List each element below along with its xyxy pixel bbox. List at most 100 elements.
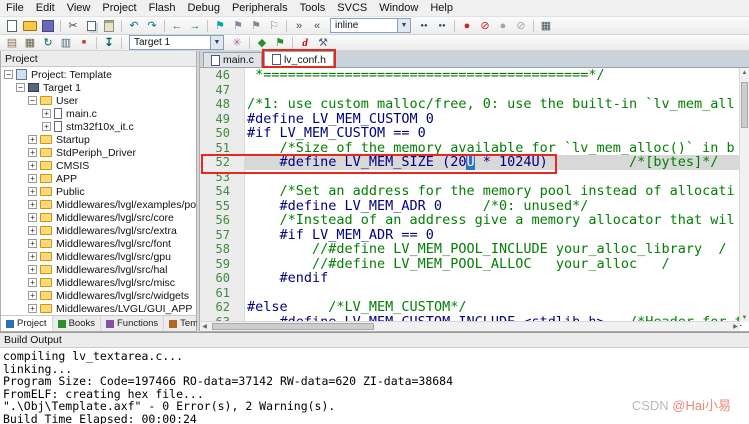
tree-item[interactable]: Middlewares/lvgl/src/hal — [1, 263, 196, 276]
disable-all-breakpoints-icon[interactable] — [512, 19, 530, 33]
debug-windows-icon[interactable] — [537, 19, 555, 33]
horizontal-scroll-thumb[interactable] — [212, 323, 374, 330]
navigate-back-icon[interactable] — [168, 19, 186, 33]
copy-icon[interactable] — [82, 19, 100, 33]
breakpoint-margin[interactable] — [234, 300, 245, 315]
menu-help[interactable]: Help — [424, 1, 459, 15]
code-line[interactable]: 57 #if LV_MEM_ADR == 0 — [200, 228, 749, 243]
tab-books[interactable]: Books — [53, 316, 101, 331]
breakpoint-margin[interactable] — [234, 242, 245, 257]
expander-icon[interactable] — [28, 239, 37, 248]
options-for-target-icon[interactable] — [228, 36, 246, 50]
scroll-left-icon[interactable]: ◀ — [200, 322, 209, 331]
scroll-right-icon[interactable]: ▶ — [731, 322, 740, 331]
breakpoint-margin[interactable] — [234, 170, 245, 185]
redo-icon[interactable] — [143, 19, 161, 33]
code-line[interactable]: 62#else /*LV_MEM_CUSTOM*/ — [200, 300, 749, 315]
open-icon[interactable] — [21, 19, 39, 33]
code-line[interactable]: 59 //#define LV_MEM_POOL_ALLOC your_allo… — [200, 257, 749, 272]
expander-icon[interactable] — [28, 161, 37, 170]
code-line[interactable]: 58 //#define LV_MEM_POOL_INCLUDE your_al… — [200, 242, 749, 257]
expander-icon[interactable] — [28, 252, 37, 261]
stop-build-icon[interactable] — [75, 36, 93, 50]
target-select-value[interactable]: Target 1 — [130, 37, 210, 48]
tree-item[interactable]: Middlewares/lvgl/src/misc — [1, 276, 196, 289]
breakpoint-margin[interactable] — [234, 126, 245, 141]
menu-flash[interactable]: Flash — [143, 1, 182, 15]
target-select-combobox[interactable]: Target 1 ▼ — [129, 35, 224, 50]
code-line[interactable]: 48/*1: use custom malloc/free, 0: use th… — [200, 97, 749, 112]
code-line[interactable]: 61 — [200, 286, 749, 301]
code-line[interactable]: 46 *====================================… — [200, 68, 749, 83]
tree-item[interactable]: Startup — [1, 133, 196, 146]
tree-item[interactable]: Target 1 — [1, 81, 196, 94]
menu-view[interactable]: View — [61, 1, 97, 15]
enable-disable-breakpoint-icon[interactable] — [494, 19, 512, 33]
new-file-icon[interactable] — [3, 19, 21, 33]
expander-icon[interactable] — [42, 109, 51, 118]
manage-project-items-icon[interactable] — [271, 36, 289, 50]
code-line[interactable]: 54 /*Set an address for the memory pool … — [200, 184, 749, 199]
bookmark-next-icon[interactable] — [247, 19, 265, 33]
tree-item[interactable]: User — [1, 94, 196, 107]
menu-peripherals[interactable]: Peripherals — [226, 1, 294, 15]
manage-rte-icon[interactable] — [253, 36, 271, 50]
scroll-down-icon[interactable]: ▼ — [740, 313, 749, 322]
vertical-scroll-thumb[interactable] — [741, 82, 748, 128]
chevron-down-icon[interactable]: ▼ — [397, 19, 410, 32]
breakpoint-margin[interactable] — [234, 286, 245, 301]
translate-icon[interactable] — [3, 36, 21, 50]
horizontal-scrollbar[interactable]: ◀ ▶ — [200, 321, 740, 331]
menu-window[interactable]: Window — [373, 1, 424, 15]
breakpoint-margin[interactable] — [234, 97, 245, 112]
expander-icon[interactable] — [28, 174, 37, 183]
code-line[interactable]: 56 /*Instead of an address give a memory… — [200, 213, 749, 228]
project-tree[interactable]: Project: Template Target 1 User main.c s… — [1, 67, 196, 315]
expander-icon[interactable] — [28, 200, 37, 209]
expander-icon[interactable] — [28, 187, 37, 196]
expander-icon[interactable] — [28, 278, 37, 287]
find-icon[interactable] — [433, 19, 451, 33]
expander-icon[interactable] — [28, 304, 37, 313]
navigate-forward-icon[interactable] — [186, 19, 204, 33]
find-text-value[interactable]: inline — [331, 20, 397, 31]
breakpoint-margin[interactable] — [234, 271, 245, 286]
rebuild-icon[interactable] — [39, 36, 57, 50]
tree-item[interactable]: main.c — [1, 107, 196, 120]
code-area[interactable]: 46 *====================================… — [200, 68, 749, 331]
paste-icon[interactable] — [100, 19, 118, 33]
expander-icon[interactable] — [16, 83, 25, 92]
code-line[interactable]: 53 — [200, 170, 749, 185]
expander-icon[interactable] — [4, 70, 13, 79]
configure-icon[interactable] — [314, 36, 332, 50]
breakpoint-margin[interactable] — [234, 184, 245, 199]
code-line[interactable]: 49#define LV_MEM_CUSTOM 0 — [200, 112, 749, 127]
menu-debug[interactable]: Debug — [182, 1, 226, 15]
expander-icon[interactable] — [28, 148, 37, 157]
kill-all-breakpoints-icon[interactable] — [476, 19, 494, 33]
expander-icon[interactable] — [28, 265, 37, 274]
breakpoint-margin[interactable] — [234, 213, 245, 228]
tree-item[interactable]: Middlewares/lvgl/src/widgets — [1, 289, 196, 302]
menu-tools[interactable]: Tools — [294, 1, 332, 15]
code-line[interactable]: 60 #endif — [200, 271, 749, 286]
menu-svcs[interactable]: SVCS — [331, 1, 373, 15]
expander-icon[interactable] — [28, 226, 37, 235]
tree-item[interactable]: CMSIS — [1, 159, 196, 172]
expander-icon[interactable] — [28, 291, 37, 300]
tab-functions[interactable]: Functions — [101, 316, 164, 331]
tree-item[interactable]: Middlewares/lvgl/src/font — [1, 237, 196, 250]
tree-item[interactable]: stm32f10x_it.c — [1, 120, 196, 133]
build-icon[interactable] — [21, 36, 39, 50]
expander-icon[interactable] — [42, 122, 51, 131]
tree-item[interactable]: Middlewares/lvgl/src/core — [1, 211, 196, 224]
cut-icon[interactable] — [64, 19, 82, 33]
bookmark-clear-all-icon[interactable] — [265, 19, 283, 33]
menu-edit[interactable]: Edit — [30, 1, 61, 15]
indent-icon[interactable] — [290, 19, 308, 33]
save-icon[interactable] — [39, 19, 57, 33]
code-line[interactable]: 51 /*Size of the memory available for `l… — [200, 141, 749, 156]
breakpoint-margin[interactable] — [234, 257, 245, 272]
tree-item[interactable]: StdPeriph_Driver — [1, 146, 196, 159]
breakpoint-margin[interactable] — [234, 155, 245, 170]
